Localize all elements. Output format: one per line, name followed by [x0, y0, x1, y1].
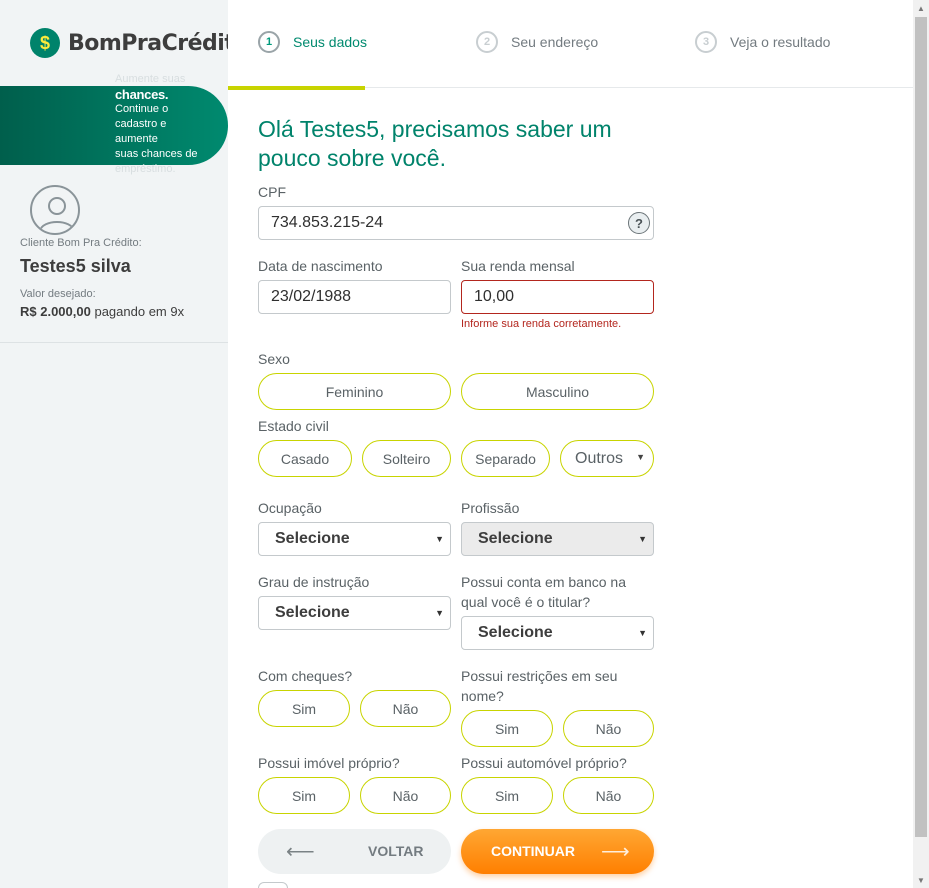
- sexo-masculino-button[interactable]: Masculino: [461, 373, 654, 410]
- chevron-down-icon: ▼: [638, 628, 647, 638]
- renda-input[interactable]: 10,00: [461, 280, 654, 314]
- step-label: Seus dados: [293, 34, 367, 50]
- renda-value: 10,00: [474, 288, 515, 305]
- cpf-label: CPF: [258, 184, 286, 200]
- conta-label-line: qual você é o titular?: [461, 594, 591, 610]
- promo-banner-text: Aumente suas chances. Continue o cadastr…: [115, 72, 225, 177]
- valor-line: R$ 2.000,00 pagando em 9x: [20, 304, 184, 319]
- renda-error-message: Informe sua renda corretamente.: [461, 318, 622, 330]
- grau-label: Grau de instrução: [258, 574, 370, 590]
- imovel-sim-button[interactable]: Sim: [258, 777, 350, 814]
- banner-line: cadastro e: [115, 118, 167, 130]
- estado-casado-button[interactable]: Casado: [258, 440, 352, 477]
- back-label: VOLTAR: [368, 843, 424, 859]
- brand-name: BomPraCrédito: [68, 30, 228, 56]
- restricoes-label-line: Possui restrições em seu: [461, 668, 618, 684]
- step-number-icon: 2: [476, 31, 498, 53]
- banner-line: chances.: [115, 87, 169, 102]
- valor-terms: pagando em 9x: [94, 304, 185, 319]
- chevron-down-icon: ▼: [636, 452, 645, 462]
- chevron-down-icon: ▼: [435, 534, 444, 544]
- conta-label-line: Possui conta em banco na: [461, 574, 626, 590]
- conta-value: Selecione: [478, 624, 553, 641]
- ocupacao-value: Selecione: [275, 530, 350, 547]
- automovel-label: Possui automóvel próprio?: [461, 755, 627, 771]
- banner-line: empréstimo.: [115, 163, 176, 175]
- estado-outros-select[interactable]: Outros ▼: [560, 440, 654, 477]
- step-progress-bar: [228, 86, 365, 90]
- cheques-nao-button[interactable]: Não: [360, 690, 451, 727]
- user-icon: [39, 197, 75, 232]
- nascimento-input[interactable]: 23/02/1988: [258, 280, 451, 314]
- cpf-input[interactable]: 734.853.215-24: [258, 206, 654, 240]
- scroll-down-icon[interactable]: ▼: [913, 872, 929, 888]
- valor-label: Valor desejado:: [20, 288, 96, 300]
- ocupacao-label: Ocupação: [258, 500, 322, 516]
- step-label: Veja o resultado: [730, 34, 831, 50]
- automovel-sim-button[interactable]: Sim: [461, 777, 553, 814]
- banner-line: aumente: [115, 133, 158, 145]
- scrollbar-thumb[interactable]: [915, 17, 927, 837]
- chevron-down-icon: ▼: [638, 534, 647, 544]
- divider: [0, 342, 228, 343]
- cpf-value: 734.853.215-24: [271, 214, 384, 231]
- step-label: Seu endereço: [511, 34, 599, 50]
- restricoes-nao-button[interactable]: Não: [563, 710, 654, 747]
- grau-select[interactable]: Selecione ▼: [258, 596, 451, 630]
- estado-civil-label: Estado civil: [258, 418, 329, 434]
- dollar-icon: $: [30, 28, 60, 58]
- profissao-label: Profissão: [461, 500, 520, 516]
- cheques-sim-button[interactable]: Sim: [258, 690, 350, 727]
- nascimento-value: 23/02/1988: [271, 288, 352, 305]
- renda-label: Sua renda mensal: [461, 258, 575, 274]
- imovel-label: Possui imóvel próprio?: [258, 755, 400, 771]
- sexo-label: Sexo: [258, 351, 290, 367]
- client-label: Cliente Bom Pra Crédito:: [20, 237, 142, 249]
- step-number-icon: 1: [258, 31, 280, 53]
- cheques-label: Com cheques?: [258, 668, 353, 684]
- estado-outros-value: Outros: [575, 449, 624, 467]
- conta-select[interactable]: Selecione ▼: [461, 616, 654, 650]
- logo[interactable]: $ BomPraCrédito: [30, 28, 228, 58]
- step-number-icon: 3: [695, 31, 717, 53]
- help-icon[interactable]: ?: [628, 212, 650, 234]
- back-button[interactable]: ⟵ VOLTAR: [258, 829, 451, 874]
- estado-solteiro-button[interactable]: Solteiro: [362, 440, 451, 477]
- restricoes-sim-button[interactable]: Sim: [461, 710, 553, 747]
- partial-checkbox[interactable]: [258, 882, 288, 888]
- page-title: Olá Testes5, precisamos saber um pouco s…: [258, 116, 612, 171]
- chevron-down-icon: ▼: [435, 608, 444, 618]
- arrow-right-icon: ⟶: [601, 841, 630, 863]
- ocupacao-select[interactable]: Selecione ▼: [258, 522, 451, 556]
- continue-button[interactable]: CONTINUAR ⟶: [461, 829, 654, 874]
- estado-separado-button[interactable]: Separado: [461, 440, 550, 477]
- step-seus-dados[interactable]: 1 Seus dados: [258, 31, 367, 53]
- profissao-value: Selecione: [478, 530, 553, 547]
- steps-header: 1 Seus dados 2 Seu endereço 3 Veja o res…: [228, 0, 913, 88]
- logo-container: $ BomPraCrédito: [0, 0, 228, 80]
- step-veja-resultado[interactable]: 3 Veja o resultado: [695, 31, 830, 53]
- automovel-nao-button[interactable]: Não: [563, 777, 654, 814]
- nascimento-label: Data de nascimento: [258, 258, 383, 274]
- banner-line: suas chances de: [115, 148, 198, 160]
- imovel-nao-button[interactable]: Não: [360, 777, 451, 814]
- continue-label: CONTINUAR: [491, 843, 575, 859]
- step-seu-endereco[interactable]: 2 Seu endereço: [476, 31, 598, 53]
- conta-label: Possui conta em banco na qual você é o t…: [461, 572, 661, 612]
- avatar: [30, 185, 80, 235]
- restricoes-label-line: nome?: [461, 688, 504, 704]
- scroll-up-icon[interactable]: ▲: [913, 0, 929, 16]
- sidebar: Aumente suas chances. Continue o cadastr…: [0, 0, 228, 888]
- arrow-left-icon: ⟵: [286, 841, 315, 863]
- sexo-feminino-button[interactable]: Feminino: [258, 373, 451, 410]
- valor-amount: R$ 2.000,00: [20, 304, 91, 319]
- profissao-select[interactable]: Selecione ▼: [461, 522, 654, 556]
- client-name: Testes5 silva: [20, 256, 131, 276]
- grau-value: Selecione: [275, 604, 350, 621]
- restricoes-label: Possui restrições em seu nome?: [461, 666, 661, 706]
- banner-line: Continue o: [115, 103, 169, 115]
